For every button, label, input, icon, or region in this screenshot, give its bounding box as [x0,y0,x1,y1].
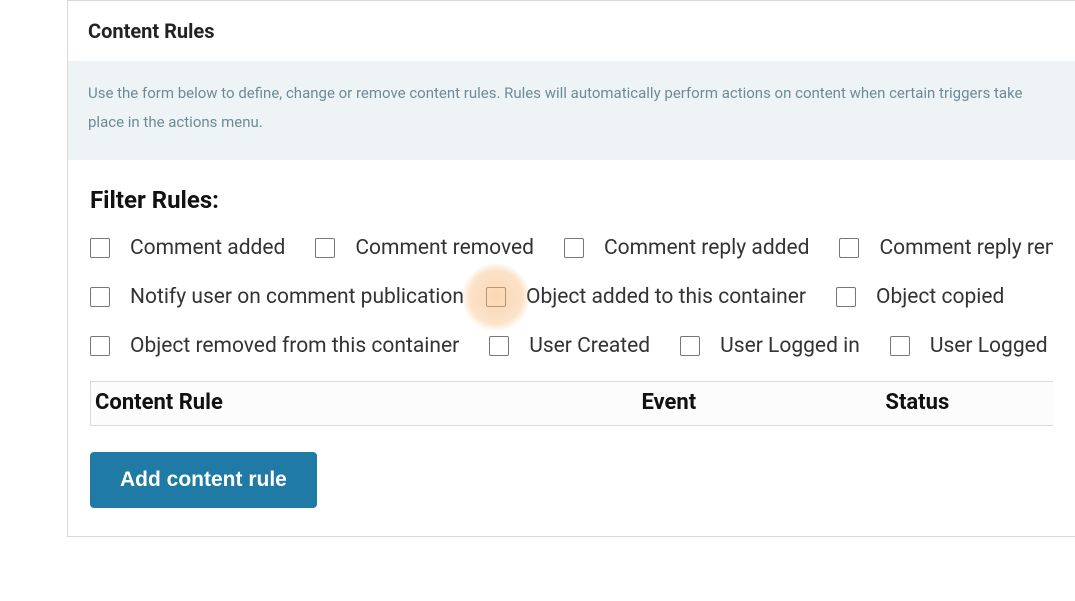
filter-label: User Logged out [930,336,1053,357]
rules-table-col-event: Event [637,382,881,425]
filter-item-user-logged-out: User Logged out [890,336,1053,357]
filter-checkbox-object-removed-from-this-container[interactable] [90,336,110,356]
filter-label: Object removed from this container [130,336,459,357]
filter-checkbox-notify-user-on-comment-publication[interactable] [90,287,110,307]
filter-label: Comment removed [355,238,534,259]
filter-item-user-logged-in: User Logged in [680,336,860,357]
filter-checkbox-comment-reply-added[interactable] [564,238,584,258]
add-content-rule-button[interactable]: Add content rule [90,452,317,508]
rules-table-col-rule: Content Rule [91,382,637,425]
filter-checkbox-object-added-to-this-container[interactable] [486,287,506,307]
filter-item-user-created: User Created [489,336,650,357]
filter-label: Comment reply removed [879,238,1053,259]
filter-item-comment-removed: Comment removed [315,238,534,259]
info-text: Use the form below to define, change or … [88,79,1055,138]
actions-row: Add content rule [90,452,1053,508]
panel-title: Content Rules [88,19,214,43]
filter-row: Notify user on comment publication Objec… [90,287,1053,308]
filter-heading: Filter Rules: [90,186,1053,214]
filter-label: Object added to this container [526,287,806,308]
rules-table: Content Rule Event Status [90,381,1053,426]
filter-item-notify-user-on-comment-publication: Notify user on comment publication [90,287,464,308]
filter-item-comment-added: Comment added [90,238,285,259]
filter-checkbox-comment-added[interactable] [90,238,110,258]
filter-label: Object copied [876,287,1004,308]
filter-checkbox-comment-reply-removed[interactable] [839,238,859,258]
filter-label: Comment reply added [604,238,809,259]
filter-label: Comment added [130,238,285,259]
filter-label: Notify user on comment publication [130,287,464,308]
filter-item-object-added-to-this-container: Object added to this container [486,287,806,308]
filter-item-object-removed-from-this-container: Object removed from this container [90,336,459,357]
content-rules-panel: Content Rules Use the form below to defi… [67,0,1075,537]
filter-row: Comment added Comment removed Comment re… [90,238,1053,259]
filter-item-object-copied: Object copied [836,287,1004,308]
filter-checkbox-user-logged-out[interactable] [890,336,910,356]
filter-checkbox-comment-removed[interactable] [315,238,335,258]
rules-table-header: Content Rule Event Status [91,382,1053,425]
filter-label: User Created [529,336,650,357]
filter-label: User Logged in [720,336,860,357]
info-band: Use the form below to define, change or … [68,61,1075,160]
panel-body: Filter Rules: Comment added Comment remo… [68,160,1075,536]
filter-checkbox-user-created[interactable] [489,336,509,356]
filter-checkbox-object-copied[interactable] [836,287,856,307]
filter-item-comment-reply-removed: Comment reply removed [839,238,1053,259]
filter-item-comment-reply-added: Comment reply added [564,238,809,259]
panel-header: Content Rules [68,1,1075,65]
filter-row: Object removed from this container User … [90,336,1053,357]
rules-table-col-status: Status [881,382,1053,425]
filter-checkbox-user-logged-in[interactable] [680,336,700,356]
